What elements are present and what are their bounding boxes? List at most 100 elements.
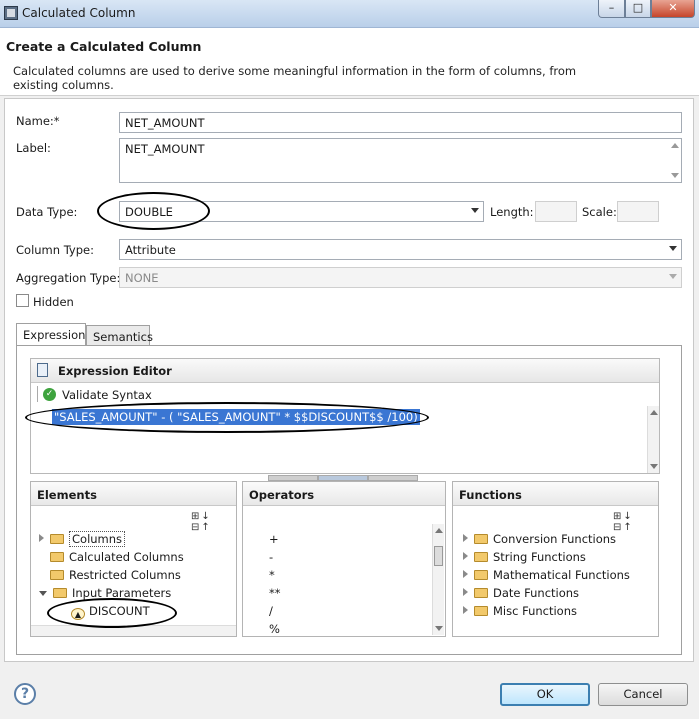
folder-icon: [50, 552, 64, 562]
elements-pane-title: Elements: [37, 488, 97, 502]
minimize-icon: –: [608, 1, 615, 14]
cancel-button[interactable]: Cancel: [598, 683, 688, 706]
length-field[interactable]: [535, 201, 577, 222]
expand-collapse-icons[interactable]: ⊞↓ ⊟↑: [191, 511, 236, 533]
maximize-icon: □: [632, 1, 644, 14]
tree-item-label: Columns: [69, 531, 126, 547]
elements-pane-header: Elements: [31, 482, 236, 506]
tab-expression[interactable]: Expression: [16, 323, 86, 347]
tree-item-calculated-columns[interactable]: Calculated Columns: [39, 550, 184, 564]
folder-icon: [474, 606, 488, 616]
operators-pane: Operators + - * ** / %: [242, 481, 446, 637]
hidden-checkbox[interactable]: [16, 294, 29, 307]
expand-collapse-icons[interactable]: ⊞↓ ⊟↑: [613, 511, 658, 533]
maximize-button[interactable]: □: [625, 0, 651, 18]
folder-icon: [474, 552, 488, 562]
toolbar-separator: [37, 386, 38, 402]
tree-item-label: Calculated Columns: [69, 550, 184, 564]
operators-pane-title: Operators: [249, 488, 315, 502]
minimize-button[interactable]: –: [598, 0, 625, 18]
window-title-bar[interactable]: Calculated Column – □ ✕: [0, 0, 699, 28]
operators-scrollbar[interactable]: [432, 524, 444, 635]
label-field[interactable]: NET_AMOUNT: [119, 138, 682, 183]
folder-icon: [53, 588, 67, 598]
label-field-scrollbar[interactable]: [669, 139, 681, 182]
window-title: Calculated Column: [22, 6, 136, 20]
aggregation-type-value: NONE: [125, 271, 159, 285]
chevron-down-icon: [669, 274, 677, 279]
tree-item-misc-functions[interactable]: Misc Functions: [463, 604, 577, 618]
annotation-ellipse-expression: [25, 402, 429, 433]
expand-icon[interactable]: [463, 606, 468, 614]
editor-icon: [37, 363, 48, 377]
tab-expression-label: Expression: [23, 328, 86, 342]
help-icon[interactable]: ?: [14, 683, 36, 705]
tree-item-label: Date Functions: [493, 586, 580, 600]
collapse-icon[interactable]: [39, 591, 47, 596]
ok-button[interactable]: OK: [500, 683, 590, 706]
aggregation-type-label: Aggregation Type:: [16, 271, 121, 285]
tree-item-columns[interactable]: Columns: [39, 531, 126, 547]
tree-item-string-functions[interactable]: String Functions: [463, 550, 586, 564]
tree-item-label: Mathematical Functions: [493, 568, 630, 582]
dialog-title: Create a Calculated Column: [6, 39, 202, 54]
label-field-value: NET_AMOUNT: [125, 142, 205, 156]
name-field[interactable]: NET_AMOUNT: [119, 112, 682, 133]
expression-scrollbar[interactable]: [647, 406, 659, 473]
scroll-down-icon: [435, 626, 443, 631]
operator-item[interactable]: +: [269, 532, 279, 546]
functions-pane-header: Functions: [453, 482, 658, 506]
operator-item[interactable]: /: [269, 604, 273, 618]
tab-semantics-label: Semantics: [93, 330, 153, 344]
scroll-down-icon: [671, 173, 679, 178]
dialog-description: Calculated columns are used to derive so…: [13, 64, 577, 92]
folder-icon: [474, 534, 488, 544]
folder-icon: [474, 588, 488, 598]
scale-field[interactable]: [617, 201, 659, 222]
operator-item[interactable]: %: [269, 622, 280, 636]
folder-icon: [50, 570, 64, 580]
expand-icon[interactable]: [39, 534, 44, 542]
tab-semantics[interactable]: Semantics: [86, 325, 153, 347]
expand-icon[interactable]: [463, 588, 468, 596]
expand-icon[interactable]: [463, 570, 468, 578]
tree-item-restricted-columns[interactable]: Restricted Columns: [39, 568, 181, 582]
aggregation-type-dropdown[interactable]: NONE: [119, 267, 682, 288]
scroll-thumb[interactable]: [434, 546, 443, 566]
close-icon: ✕: [668, 1, 678, 14]
annotation-ellipse-discount: [47, 598, 177, 628]
chevron-down-icon: [669, 246, 677, 251]
app-icon: [4, 6, 18, 20]
column-type-dropdown[interactable]: Attribute: [119, 239, 682, 260]
tree-item-conversion-functions[interactable]: Conversion Functions: [463, 532, 616, 546]
scroll-up-icon: [435, 528, 443, 533]
expression-editor-title: Expression Editor: [58, 364, 172, 378]
scroll-up-icon: [671, 143, 679, 148]
length-label: Length:: [490, 205, 534, 219]
check-icon[interactable]: ✓: [43, 388, 56, 401]
dialog-header: Create a Calculated Column Calculated co…: [0, 28, 699, 96]
expand-icon[interactable]: [463, 552, 468, 560]
operator-item[interactable]: *: [269, 568, 275, 582]
name-label: Name:*: [16, 114, 60, 128]
tree-item-label: Conversion Functions: [493, 532, 617, 546]
column-type-label: Column Type:: [16, 243, 94, 257]
scale-label: Scale:: [582, 205, 617, 219]
tree-item-mathematical-functions[interactable]: Mathematical Functions: [463, 568, 630, 582]
tree-item-label: String Functions: [493, 550, 586, 564]
tree-item-label: Misc Functions: [493, 604, 577, 618]
tree-item-label: Restricted Columns: [69, 568, 181, 582]
scroll-down-icon: [650, 464, 658, 469]
expand-icon[interactable]: [463, 534, 468, 542]
chevron-down-icon: [471, 208, 479, 213]
column-type-value: Attribute: [125, 243, 176, 257]
tree-item-date-functions[interactable]: Date Functions: [463, 586, 579, 600]
operator-item[interactable]: -: [269, 550, 273, 564]
functions-pane-title: Functions: [459, 488, 522, 502]
data-type-label: Data Type:: [16, 205, 78, 219]
operator-item[interactable]: **: [269, 586, 281, 600]
annotation-ellipse-data-type: [97, 192, 210, 230]
close-button[interactable]: ✕: [651, 0, 695, 18]
validate-syntax-button[interactable]: Validate Syntax: [62, 388, 152, 402]
folder-icon: [474, 570, 488, 580]
